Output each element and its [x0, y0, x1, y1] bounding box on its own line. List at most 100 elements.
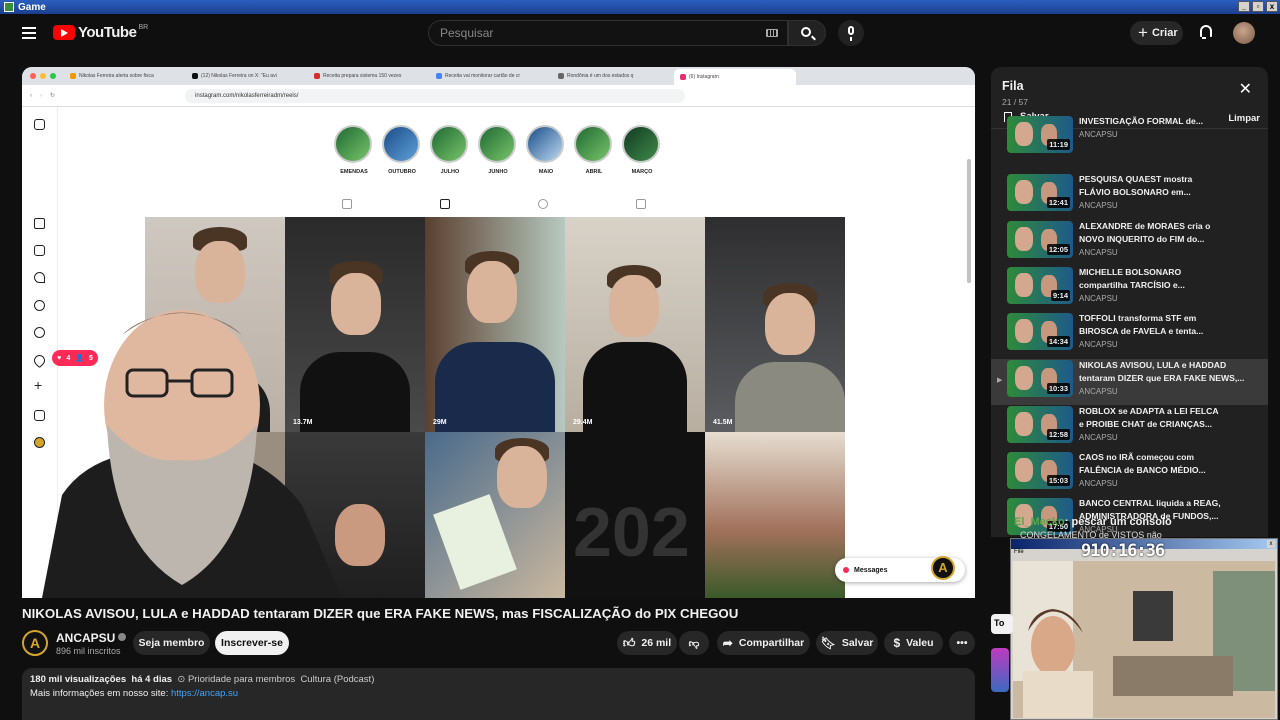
queue-item[interactable]: 14:34 TOFFOLI transforma STF em BIROSCA de… — [991, 312, 1268, 358]
window-title: Game — [18, 1, 46, 13]
close-icon[interactable]: ✕ — [1239, 79, 1252, 99]
tab-favicon — [314, 73, 320, 79]
reposts-tab-icon[interactable] — [538, 199, 548, 209]
story-highlight[interactable]: EMENDAS — [334, 125, 374, 175]
video-description[interactable]: 180 mil visualizações há 4 dias ⊙ Priori… — [22, 668, 975, 720]
instagram-logo-icon[interactable] — [34, 119, 45, 130]
home-icon[interactable] — [34, 218, 45, 229]
minimize-button[interactable]: _ — [1238, 1, 1250, 12]
reel-views: 29M — [433, 419, 447, 426]
url-field[interactable]: instagram.com/nikolasferreiradm/reels/ — [185, 88, 686, 103]
chat-text: : pescar um consolo — [1064, 516, 1172, 528]
website-link[interactable]: https://ancap.su — [171, 688, 238, 699]
browser-tabstrip: Nikolas Ferreira alerta sobre fisca (12)… — [22, 67, 975, 85]
browser-tab[interactable]: Receita prepara sistema 150 vezes — [308, 69, 430, 83]
dislike-button[interactable]: 👎︎ — [679, 631, 709, 655]
grid-tab-icon[interactable] — [342, 199, 352, 209]
reels-icon[interactable] — [34, 245, 45, 256]
notifications-bell-icon[interactable] — [1198, 25, 1212, 39]
search-icon — [801, 27, 811, 37]
subscriber-count: 896 mil inscritos — [56, 646, 121, 656]
search-button[interactable] — [788, 20, 826, 46]
thumbnail-face — [1015, 122, 1033, 146]
thumbs-down-icon: 👎︎ — [688, 637, 700, 650]
story-highlight[interactable]: MARÇO — [622, 125, 662, 175]
instagram-notification-badge[interactable]: ♥ 4 👤 5 — [52, 350, 98, 366]
heart-count: 4 — [66, 354, 71, 362]
queue-item[interactable]: 9:14 MICHELLE BOLSONARO compartilha TARCÍS… — [991, 266, 1268, 312]
side-peek-text: To — [991, 614, 1013, 634]
story-highlight[interactable]: JUNHO — [478, 125, 518, 175]
queue-item[interactable]: 15:03 CAOS no IRÃ começou com FALÊNCIA de … — [991, 451, 1268, 497]
close-icon[interactable]: x — [1267, 540, 1275, 548]
reel-views: 41.5M — [713, 419, 733, 426]
browser-scrollbar[interactable] — [967, 159, 971, 283]
search-input[interactable]: Pesquisar — [428, 20, 788, 46]
reel-thumbnail[interactable]: 29M — [425, 217, 565, 432]
priority-tag: ⊙ Prioridade para membros Cultura (Podca… — [177, 674, 375, 685]
queue-thumbnail: 12:05 — [1007, 220, 1073, 258]
queue-thumbnail: 10:33 — [1007, 359, 1073, 397]
heart-icon: ♥ — [57, 354, 62, 362]
reload-icon[interactable]: ↻ — [50, 92, 55, 99]
browser-tab[interactable]: Nikolas Ferreira alerta sobre fisca — [64, 69, 186, 83]
queue-item-title: BANCO CENTRAL liquida a REAG, — [1079, 498, 1221, 509]
share-button[interactable]: ➦ Compartilhar — [717, 631, 810, 655]
more-actions-button[interactable]: ••• — [949, 631, 975, 655]
reel-thumbnail[interactable]: 29.4M — [565, 217, 705, 432]
highlight-label: MARÇO — [631, 169, 653, 175]
queue-item[interactable]: 12:58 ROBLOX se ADAPTA a LEI FELCA e PROIB… — [991, 405, 1268, 451]
story-highlight[interactable]: MAIO — [526, 125, 566, 175]
reel-thumbnail[interactable]: 202 — [565, 432, 705, 598]
menu-icon[interactable] — [22, 27, 36, 39]
channel-name[interactable]: ANCAPSU — [56, 631, 127, 645]
channel-avatar[interactable]: A — [22, 630, 48, 656]
queue-item[interactable]: 12:05 ALEXANDRE de MORAES cria o NOVO INQU… — [991, 220, 1268, 266]
story-highlight[interactable]: JULHO — [430, 125, 470, 175]
like-button[interactable]: 👍︎ 26 mil — [617, 631, 677, 655]
subscribe-button[interactable]: Inscrever-se — [215, 631, 289, 655]
back-icon[interactable]: ‹ — [30, 93, 32, 99]
queue-item[interactable]: 12:41 PESQUISA QUAEST mostra FLÁVIO BOLSON… — [991, 173, 1268, 219]
queue-item[interactable]: 11:19 INVESTIGAÇÃO FORMAL de... ANCAPSU — [991, 115, 1268, 161]
queue-item-title-cont: FALÊNCIA de BANCO MÉDIO... — [1079, 465, 1206, 476]
browser-tab[interactable]: Receita vai monitorar cartão de cr — [430, 69, 552, 83]
duration-badge: 9:14 — [1050, 289, 1070, 301]
messages-button[interactable]: Messages A — [835, 556, 965, 582]
reel-thumbnail[interactable] — [705, 432, 845, 598]
direct-icon[interactable] — [34, 272, 45, 283]
reels-tab-icon[interactable] — [440, 199, 450, 209]
story-highlight[interactable]: OUTUBRO — [382, 125, 422, 175]
voice-search-button[interactable] — [838, 20, 864, 46]
streamer-webcam — [1013, 561, 1275, 718]
close-window-button[interactable]: x — [1266, 1, 1278, 12]
highlight-label: EMENDAS — [340, 169, 368, 175]
queue-thumbnail: 12:41 — [1007, 174, 1073, 212]
browser-tab[interactable]: (12) Nikolas Ferreira on X: "Eu avi — [186, 69, 308, 83]
queue-item[interactable]: ▶ 10:33 NIKOLAS AVISOU, LULA e HADDAD tenta… — [991, 358, 1268, 405]
queue-title: Fila — [1002, 79, 1024, 93]
reel-thumbnail[interactable] — [425, 432, 565, 598]
unread-dot — [843, 567, 849, 573]
save-button[interactable]: 🔖︎ Salvar — [816, 631, 878, 655]
share-label: Compartilhar — [738, 637, 805, 649]
forward-icon[interactable]: › — [40, 93, 42, 99]
story-highlight[interactable]: ABRIL — [574, 125, 614, 175]
reel-thumbnail[interactable]: 41.5M — [705, 217, 845, 432]
create-button[interactable]: + Criar — [1130, 21, 1183, 45]
browser-tab-active[interactable]: (6) Instagram — [674, 69, 796, 85]
tagged-tab-icon[interactable] — [636, 199, 646, 209]
instagram-favicon — [680, 74, 686, 80]
avatar[interactable] — [1233, 22, 1255, 44]
browser-window-dots — [22, 73, 64, 79]
youtube-play-icon — [53, 25, 75, 40]
join-button[interactable]: Seja membro — [133, 631, 210, 655]
queue-item-title: PESQUISA QUAEST mostra — [1079, 174, 1193, 185]
share-icon: ➦ — [722, 636, 733, 650]
maximize-button[interactable]: ▫ — [1252, 1, 1264, 12]
thumbnail-face — [1015, 226, 1033, 251]
youtube-logo[interactable]: YouTube BR — [53, 24, 148, 41]
thanks-button[interactable]: $ Valeu — [884, 631, 943, 655]
keyboard-icon[interactable] — [766, 29, 778, 37]
browser-tab[interactable]: Rondônia é um dos estados q — [552, 69, 674, 83]
